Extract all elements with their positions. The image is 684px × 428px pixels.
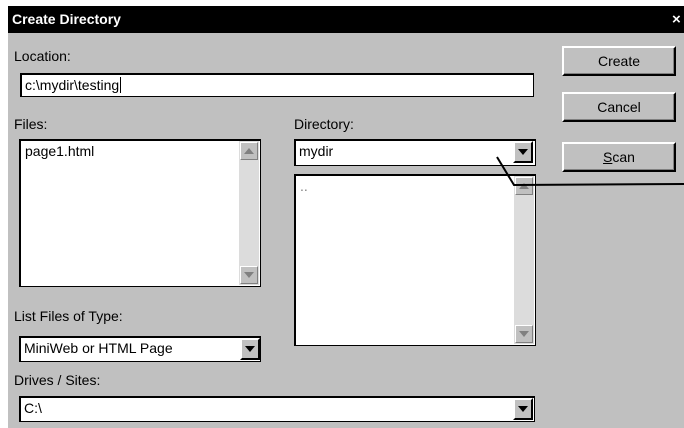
create-directory-dialog: Create Directory × Location: c:\mydir\te… bbox=[8, 6, 684, 428]
callout-line bbox=[496, 156, 684, 187]
